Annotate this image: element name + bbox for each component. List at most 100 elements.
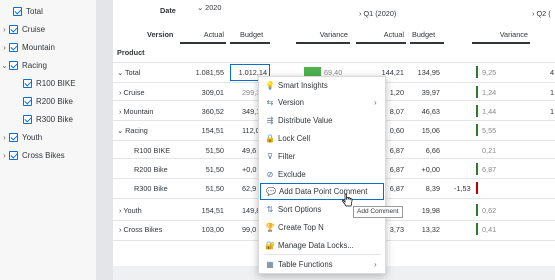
cell-q1-variance[interactable]: 9,25 xyxy=(482,64,496,81)
checkbox[interactable] xyxy=(23,96,32,106)
cell-actual[interactable]: 154,51 xyxy=(180,202,224,219)
checkbox[interactable] xyxy=(9,60,18,70)
chevron-right-icon[interactable]: › xyxy=(119,107,121,116)
chevron-right-icon[interactable]: › xyxy=(119,88,121,97)
cell-q1-budget[interactable]: 6,66 xyxy=(400,142,440,159)
menu-item-filter[interactable]: ⊽ Filter xyxy=(260,148,384,165)
col-header-q1-budget[interactable]: Budget xyxy=(412,26,435,43)
cell-q2[interactable]: 4 xyxy=(550,64,554,81)
cell-budget[interactable]: 49,6 xyxy=(242,142,256,159)
cell-q2[interactable]: 1 xyxy=(550,103,554,120)
row-label-mountain[interactable]: › Mountain xyxy=(119,103,154,120)
cell-q1-budget[interactable]: 46,63 xyxy=(400,103,440,120)
col-header-q1-actual[interactable]: Actual xyxy=(360,26,404,43)
cell-q1-variance[interactable]: 1,24 xyxy=(482,84,496,101)
row-label-cruise[interactable]: › Cruise xyxy=(119,84,145,101)
cell-actual[interactable]: 360,52 xyxy=(180,103,224,120)
menu-item-lock-cell[interactable]: 🔒 Lock Cell xyxy=(260,130,384,147)
cell-q1-variance[interactable]: 0,41 xyxy=(482,221,496,238)
tree-item-cruise[interactable]: › Cruise xyxy=(0,22,45,36)
cell-actual[interactable]: 1.081,55 xyxy=(180,64,224,81)
tooltip: Add Comment xyxy=(353,206,403,218)
menu-item-version[interactable]: ⇆ Version › xyxy=(260,94,384,111)
chevron-right-icon[interactable]: › xyxy=(0,25,9,34)
cell-actual[interactable]: 51,50 xyxy=(180,180,224,197)
cell-budget[interactable]: 99,0 xyxy=(242,221,256,238)
cell-budget[interactable]: 62,9 xyxy=(242,180,256,197)
cell-q2[interactable]: 1 xyxy=(550,84,554,101)
checkbox[interactable] xyxy=(23,114,32,124)
menu-item-add-data-point-comment[interactable]: 💬 Add Data Point Comment xyxy=(260,183,384,200)
col-header-actual[interactable]: Actual xyxy=(180,26,224,43)
cell-q1-budget[interactable]: 134,95 xyxy=(400,64,440,81)
cell-budget[interactable]: +0,0 xyxy=(242,161,256,178)
cell-q1-budget[interactable]: +0,00 xyxy=(400,161,440,178)
lightbulb-icon: 💡 xyxy=(265,81,275,90)
cell-q1-variance[interactable]: 0,21 xyxy=(482,142,496,159)
panel-divider xyxy=(96,0,113,280)
row-label-r300[interactable]: R300 Bike xyxy=(134,180,168,197)
cell-q1-variance[interactable]: -1,53 xyxy=(454,180,471,197)
menu-item-exclude[interactable]: ⊘ Exclude xyxy=(260,166,384,183)
cell-q1-budget[interactable]: 13,32 xyxy=(400,221,440,238)
cell-actual[interactable]: 154,51 xyxy=(180,122,224,139)
col-header-budget[interactable]: Budget xyxy=(240,26,263,43)
cell-q1-budget[interactable]: 15,06 xyxy=(400,122,440,139)
row-label-total[interactable]: ⌄ Total xyxy=(117,64,140,81)
chevron-down-icon[interactable]: ⌄ xyxy=(117,126,123,135)
column-underline xyxy=(356,42,406,44)
chevron-down-icon[interactable]: ⌄ xyxy=(197,3,205,12)
q1-header[interactable]: › Q1 (2020) xyxy=(359,5,396,22)
cell-actual[interactable]: 309,01 xyxy=(180,84,224,101)
chevron-right-icon[interactable]: › xyxy=(119,206,121,215)
cell-q1-variance[interactable]: 0,62 xyxy=(482,202,496,219)
row-label-youth[interactable]: › Youth xyxy=(119,202,142,219)
checkbox[interactable] xyxy=(9,24,18,34)
row-label-r100[interactable]: R100 BIKE xyxy=(134,142,170,159)
menu-item-smart-insights[interactable]: 💡 Smart Insights xyxy=(260,77,384,94)
tree-item-youth[interactable]: › Youth xyxy=(0,130,42,144)
tree-item-r300[interactable]: R300 Bike xyxy=(14,112,73,126)
cell-q1-budget[interactable]: 8,39 xyxy=(400,180,440,197)
menu-item-table-functions[interactable]: ▦ Table Functions › xyxy=(260,256,384,273)
menu-item-create-top-n[interactable]: 🏆 Create Top N xyxy=(260,219,384,236)
column-underline xyxy=(472,42,530,44)
tree-label: Cross Bikes xyxy=(22,150,65,160)
cell-q1-budget[interactable]: 39,97 xyxy=(400,84,440,101)
chevron-down-icon[interactable]: ⌄ xyxy=(0,61,9,70)
menu-item-distribute-value[interactable]: ⇶ Distribute Value xyxy=(260,112,384,129)
menu-item-manage-data-locks[interactable]: 🔐 Manage Data Locks... xyxy=(260,237,384,254)
cell-q1-variance[interactable]: 6,87 xyxy=(482,161,496,178)
checkbox[interactable] xyxy=(9,150,18,160)
cell-q1-variance[interactable]: 5,55 xyxy=(482,122,496,139)
cell-actual[interactable]: 51,50 xyxy=(180,161,224,178)
chevron-right-icon[interactable]: › xyxy=(0,151,9,160)
tree-item-cross-bikes[interactable]: › Cross Bikes xyxy=(0,148,65,162)
row-label-r200[interactable]: R200 Bike xyxy=(134,161,168,178)
row-label-racing[interactable]: ⌄ Racing xyxy=(117,122,148,139)
tree-item-r100[interactable]: R100 BIKE xyxy=(14,76,76,90)
cell-actual[interactable]: 51,50 xyxy=(180,142,224,159)
chevron-right-icon[interactable]: › xyxy=(0,43,9,52)
checkbox[interactable] xyxy=(9,132,18,142)
chevron-right-icon[interactable]: › xyxy=(119,225,121,234)
cell-q1-budget[interactable]: 19,98 xyxy=(400,202,440,219)
row-label: Youth xyxy=(123,206,142,215)
col-header-q1-variance[interactable]: Variance xyxy=(480,26,528,43)
cell-q1-variance[interactable]: 1,44 xyxy=(482,103,496,120)
checkbox[interactable] xyxy=(23,78,32,88)
tree-item-total[interactable]: Total xyxy=(4,4,43,18)
checkbox[interactable] xyxy=(13,6,22,16)
tree-item-mountain[interactable]: › Mountain xyxy=(0,40,55,54)
col-header-variance[interactable]: Variance xyxy=(300,26,348,43)
year-header[interactable]: ⌄ 2020 xyxy=(197,0,221,16)
checkbox[interactable] xyxy=(9,42,18,52)
row-label-cross-bikes[interactable]: › Cross Bikes xyxy=(119,221,162,238)
chevron-down-icon[interactable]: ⌄ xyxy=(117,68,123,77)
tree-item-r200[interactable]: R200 Bike xyxy=(14,94,73,108)
cell-actual[interactable]: 103,00 xyxy=(180,221,224,238)
q2-header[interactable]: › Q2 ( xyxy=(532,5,551,22)
tree-item-racing[interactable]: ⌄ Racing xyxy=(0,58,47,72)
chevron-right-icon[interactable]: › xyxy=(0,133,9,142)
variance-marker xyxy=(476,163,478,175)
